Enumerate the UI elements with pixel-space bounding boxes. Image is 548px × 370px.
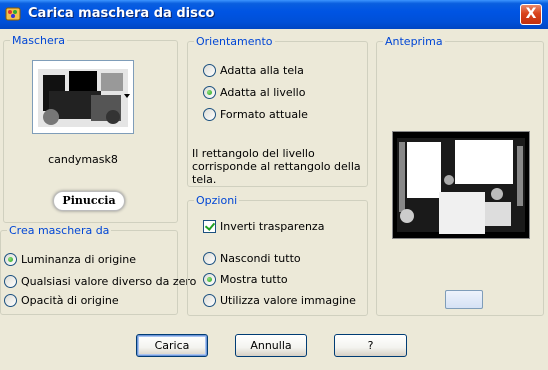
radio-fit-canvas[interactable]: Adatta alla tela: [203, 64, 304, 77]
radio-button-icon[interactable]: [203, 273, 216, 286]
close-icon: X: [525, 6, 537, 22]
mask-legend: Maschera: [10, 34, 68, 47]
logo-text: Pinuccia: [62, 194, 116, 207]
options-legend: Opzioni: [194, 194, 240, 207]
radio-button-icon[interactable]: [203, 252, 216, 265]
help-button-label: ?: [367, 339, 374, 352]
checkbox-icon[interactable]: [203, 220, 216, 233]
orientation-description: Il rettangolo del livello corrisponde al…: [192, 147, 361, 186]
window-title: Carica maschera da disco: [28, 6, 215, 21]
mask-thumbnail[interactable]: [32, 60, 134, 134]
mask-thumbnail-image: [38, 69, 128, 127]
radio-label: Qualsiasi valore diverso da zero: [21, 275, 197, 288]
paintshop-icon: [5, 7, 21, 21]
help-button[interactable]: ?: [334, 334, 407, 357]
radio-any-nonzero[interactable]: Qualsiasi valore diverso da zero: [4, 275, 196, 288]
radio-label: Mostra tutto: [220, 273, 288, 286]
radio-label: Adatta al livello: [220, 86, 306, 99]
radio-label: Luminanza di origine: [21, 253, 136, 266]
title-bar: Carica maschera da disco X: [0, 0, 548, 29]
radio-button-icon[interactable]: [203, 86, 216, 99]
preview-image: [392, 131, 530, 239]
radio-button-icon[interactable]: [203, 64, 216, 77]
radio-label: Utilizza valore immagine: [220, 294, 356, 307]
radio-source-opacity[interactable]: Opacità di origine: [4, 294, 119, 307]
radio-button-icon[interactable]: [4, 253, 17, 266]
create-mask-legend: Crea maschera da: [7, 224, 112, 237]
radio-show-all[interactable]: Mostra tutto: [203, 273, 288, 286]
load-button[interactable]: Carica: [136, 334, 208, 357]
radio-button-icon[interactable]: [4, 275, 17, 288]
checkbox-label: Inverti trasparenza: [220, 220, 325, 233]
radio-label: Nascondi tutto: [220, 252, 301, 265]
cancel-button[interactable]: Annulla: [235, 334, 307, 357]
cancel-button-label: Annulla: [250, 339, 292, 352]
orientation-legend: Orientamento: [194, 35, 275, 48]
radio-hide-all[interactable]: Nascondi tutto: [203, 252, 301, 265]
radio-current-size[interactable]: Formato attuale: [203, 108, 308, 121]
radio-fit-layer[interactable]: Adatta al livello: [203, 86, 305, 99]
radio-button-icon[interactable]: [4, 294, 17, 307]
radio-luminance[interactable]: Luminanza di origine: [4, 253, 136, 266]
radio-button-icon[interactable]: [203, 108, 216, 121]
chevron-down-icon[interactable]: [124, 94, 130, 98]
radio-label: Formato attuale: [220, 108, 308, 121]
preview-toggle-button[interactable]: [445, 290, 483, 309]
mask-name: candymask8: [48, 153, 118, 166]
radio-label: Adatta alla tela: [220, 64, 304, 77]
load-button-label: Carica: [154, 339, 190, 352]
radio-use-image-value[interactable]: Utilizza valore immagine: [203, 294, 356, 307]
invert-transparency-checkbox[interactable]: Inverti trasparenza: [203, 220, 324, 233]
signature-logo: Pinuccia: [53, 191, 125, 211]
preview-mask-image: [397, 138, 525, 234]
radio-button-icon[interactable]: [203, 294, 216, 307]
radio-label: Opacità di origine: [21, 294, 119, 307]
preview-legend: Anteprima: [383, 35, 445, 48]
close-button[interactable]: X: [520, 4, 542, 25]
